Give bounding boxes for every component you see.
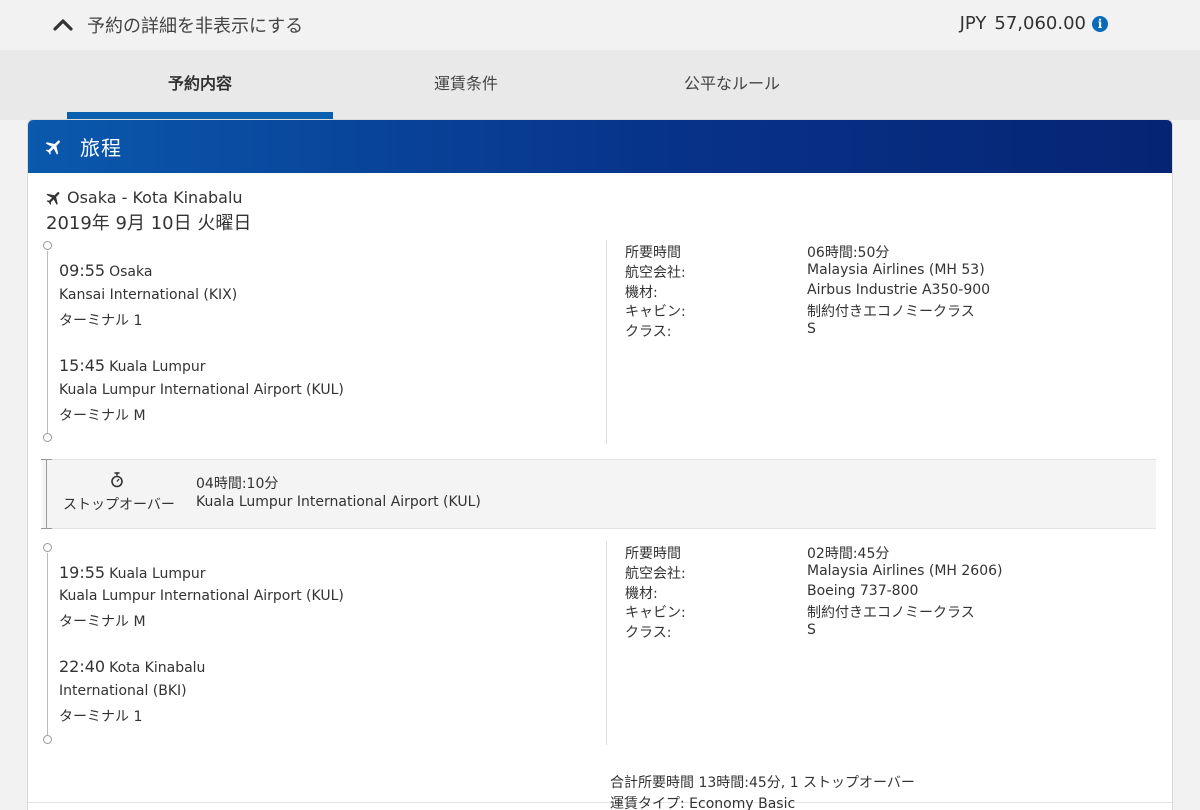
total-price: JPY 57,060.00 i (960, 13, 1108, 34)
detail-label-cabin: キャビン: (625, 304, 686, 320)
route-name: Osaka - Kota Kinabalu (67, 188, 243, 207)
detail-value-duration: 02時間:45分 (807, 546, 890, 562)
timeline-line (47, 553, 48, 735)
hide-details-label: 予約の詳細を非表示にする (87, 16, 304, 37)
arrival-time: 22:40 (59, 657, 106, 676)
stopover-bracket (46, 459, 47, 529)
detail-value-airline: Malaysia Airlines (MH 53) (807, 262, 985, 278)
arrival-city: Kuala Lumpur (109, 359, 206, 375)
detail-label-class: クラス: (625, 625, 672, 641)
detail-value-duration: 06時間:50分 (807, 245, 890, 261)
stopover-label: ストップオーバー (63, 497, 175, 513)
departure-city: Osaka (109, 264, 153, 280)
tab-label: 運賃条件 (433, 74, 498, 93)
route-heading: Osaka - Kota Kinabalu (45, 188, 243, 207)
timeline-dot (43, 241, 52, 250)
booking-summary-bar: 予約の詳細を非表示にする JPY 57,060.00 i (0, 0, 1200, 50)
tab-label: 予約内容 (167, 74, 232, 93)
detail-label-cabin: キャビン: (625, 605, 686, 621)
departure-terminal: ターミナル 1 (59, 313, 143, 329)
arrival-terminal: ターミナル M (59, 408, 146, 424)
column-divider (606, 541, 607, 745)
travel-date: 2019年 9月 10日 火曜日 (46, 213, 252, 234)
booking-tabs: 予約内容 運賃条件 公平なルール (0, 50, 1200, 120)
detail-label-class: クラス: (625, 324, 672, 340)
price-amount: 57,060.00 (994, 13, 1086, 34)
detail-label-duration: 所要時間 (625, 245, 681, 261)
stopover-bracket-cap (41, 459, 52, 460)
chevron-up-icon (53, 19, 73, 31)
tab-label: 公平なルール (683, 74, 780, 93)
airplane-icon (46, 191, 60, 205)
departure-time: 09:55 (59, 261, 106, 280)
timeline-dot (43, 735, 52, 744)
stopwatch-icon (111, 472, 123, 488)
fare-type: 運賃タイプ: Economy Basic (610, 796, 796, 810)
departure-airport: Kuala Lumpur International Airport (KUL) (59, 588, 344, 604)
stopover-duration: 04時間:10分 (196, 476, 279, 492)
tab-fair-rules[interactable]: 公平なルール (599, 50, 865, 120)
itinerary-title: 旅程 (80, 136, 122, 160)
arrival-terminal: ターミナル 1 (59, 709, 143, 725)
column-divider (606, 240, 607, 444)
total-duration: 合計所要時間 13時間:45分, 1 ストップオーバー (610, 775, 915, 791)
itinerary-header: 旅程 (28, 120, 1172, 173)
tab-fare-conditions[interactable]: 運賃条件 (333, 50, 599, 120)
detail-label-duration: 所要時間 (625, 546, 681, 562)
airplane-icon (45, 139, 60, 155)
departure-time: 19:55 (59, 563, 106, 582)
detail-label-airline: 航空会社: (625, 566, 686, 582)
departure-city: Kuala Lumpur (109, 566, 206, 582)
arrival-city: Kota Kinabalu (109, 660, 206, 676)
timeline-line (47, 251, 48, 433)
price-currency: JPY (959, 13, 987, 34)
detail-value-cabin: 制約付きエコノミークラス (807, 605, 975, 621)
tab-booking-details[interactable]: 予約内容 (67, 50, 333, 120)
stopover-airport: Kuala Lumpur International Airport (KUL) (196, 494, 481, 510)
detail-value-class: S (807, 622, 816, 638)
detail-value-cabin: 制約付きエコノミークラス (807, 304, 975, 320)
arrival-time-city: 15:45 Kuala Lumpur (59, 356, 206, 375)
timeline-dot (43, 433, 52, 442)
departure-time-city: 19:55 Kuala Lumpur (59, 563, 206, 582)
arrival-time: 15:45 (59, 356, 106, 375)
detail-value-aircraft: Boeing 737-800 (807, 583, 919, 599)
arrival-airport: Kuala Lumpur International Airport (KUL) (59, 382, 344, 398)
arrival-time-city: 22:40 Kota Kinabalu (59, 657, 205, 676)
detail-value-aircraft: Airbus Industrie A350-900 (807, 282, 991, 298)
departure-terminal: ターミナル M (59, 614, 146, 630)
section-divider (28, 802, 1172, 803)
departure-airport: Kansai International (KIX) (59, 287, 238, 303)
detail-label-airline: 航空会社: (625, 265, 686, 281)
detail-value-class: S (807, 321, 816, 337)
stopover-bracket-cap (41, 528, 52, 529)
detail-value-airline: Malaysia Airlines (MH 2606) (807, 563, 1003, 579)
departure-time-city: 09:55 Osaka (59, 261, 152, 280)
arrival-airport: International (BKI) (59, 683, 187, 699)
itinerary-card: 旅程 Osaka - Kota Kinabalu 2019年 9月 10日 火曜… (27, 119, 1173, 810)
hide-details-toggle[interactable]: 予約の詳細を非表示にする (52, 12, 303, 38)
detail-label-aircraft: 機材: (625, 285, 658, 301)
detail-label-aircraft: 機材: (625, 586, 658, 602)
info-icon[interactable]: i (1092, 15, 1108, 32)
timeline-dot (43, 543, 52, 552)
